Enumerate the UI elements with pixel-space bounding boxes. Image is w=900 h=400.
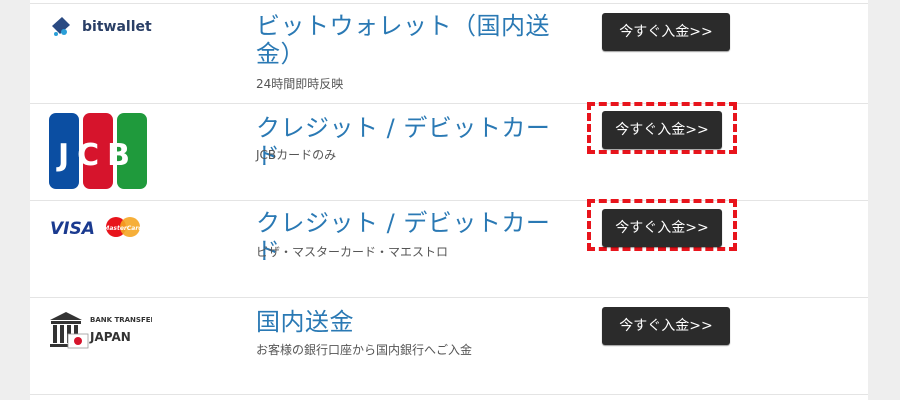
payment-row-bitwallet: bitwallet ビットウォレット（国内送金） 24時間即時反映 今すぐ入金>… (30, 4, 868, 104)
payment-subtitle: ビザ・マスターカード・マエストロ (256, 245, 449, 259)
payment-row-visa-mastercard: VISA MasterCard クレジット / デビットカード ビザ・マスターカ… (30, 199, 868, 298)
deposit-now-button-bitwallet[interactable]: 今すぐ入金>> (602, 13, 730, 51)
payment-subtitle: 24時間即時反映 (256, 77, 344, 91)
deposit-now-button-jcb[interactable]: 今すぐ入金>> (602, 111, 722, 149)
deposit-now-button-bank[interactable]: 今すぐ入金>> (602, 307, 730, 345)
payment-row-bank-transfer: BANK TRANSFER JAPAN 国内送金 お客様の銀行口座から国内銀行へ… (30, 298, 868, 395)
visa-mastercard-logo: VISA MasterCard (50, 217, 143, 239)
bank-transfer-logo-text: BANK TRANSFER (90, 316, 152, 324)
payment-title: 国内送金 (256, 308, 354, 336)
payment-subtitle: お客様の銀行口座から国内銀行へご入金 (256, 343, 473, 357)
payment-methods-panel: bitwallet ビットウォレット（国内送金） 24時間即時反映 今すぐ入金>… (30, 0, 868, 400)
mastercard-icon: MasterCard (103, 217, 143, 237)
jcb-logo: JCB (49, 113, 147, 189)
bank-transfer-logo: BANK TRANSFER JAPAN (50, 312, 152, 349)
bitwallet-logo: bitwallet (52, 17, 152, 36)
payment-subtitle: JCBカードのみ (256, 148, 337, 162)
japan-logo-text: JAPAN (89, 330, 131, 344)
mastercard-logo-text: MasterCard (103, 225, 143, 232)
deposit-now-button-visa[interactable]: 今すぐ入金>> (602, 209, 722, 247)
payment-title: ビットウォレット（国内送金） (256, 12, 550, 68)
payment-row-jcb: JCB クレジット / デビットカード JCBカードのみ 今すぐ入金>> (30, 102, 868, 201)
visa-logo-text: VISA (50, 219, 95, 239)
japan-flag-icon (67, 333, 89, 349)
jcb-logo-text: JCB (56, 138, 138, 173)
bitwallet-wallet-icon (52, 17, 70, 36)
bitwallet-logo-text: bitwallet (82, 19, 152, 35)
